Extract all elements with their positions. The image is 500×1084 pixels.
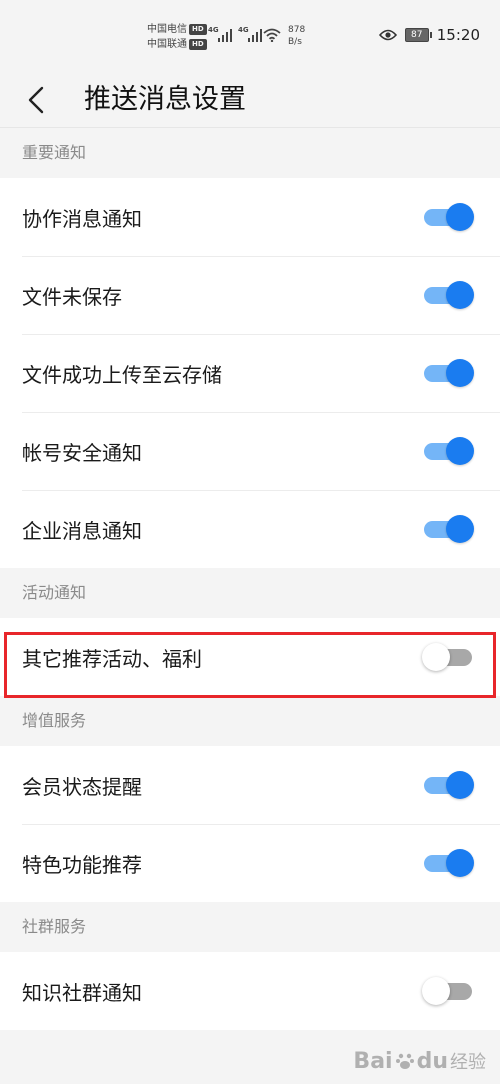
setting-row-promotions: 其它推荐活动、福利 — [0, 618, 500, 696]
section-header-value-added: 增值服务 — [0, 696, 500, 746]
features-toggle[interactable] — [422, 848, 474, 878]
setting-row-upload: 文件成功上传至云存储 — [0, 334, 500, 412]
hd-badge: HD — [189, 39, 207, 50]
carrier-1: 中国电信 — [147, 24, 187, 35]
setting-label: 知识社群通知 — [22, 980, 142, 1005]
signal-icon: 4G — [208, 26, 232, 42]
status-bar: 中国电信 HD 中国联通 HD 4G 4G 878 B/s 87 15:20 — [0, 0, 500, 72]
network-speed: 878 B/s — [288, 24, 305, 48]
setting-label: 文件成功上传至云存储 — [22, 362, 222, 387]
page-title: 推送消息设置 — [84, 84, 246, 115]
setting-row-unsaved: 文件未保存 — [0, 256, 500, 334]
watermark-brand: Bai — [353, 1048, 393, 1074]
settings-list: 重要通知 协作消息通知 文件未保存 文件成功上传至云存储 帐号安全通知 企业消息… — [0, 128, 500, 1030]
collab-toggle[interactable] — [422, 202, 474, 232]
signal-icon: 4G 4G — [208, 26, 262, 42]
wifi-icon — [263, 28, 281, 42]
setting-row-collab: 协作消息通知 — [0, 178, 500, 256]
community-toggle[interactable] — [422, 976, 474, 1006]
enterprise-toggle[interactable] — [422, 514, 474, 544]
clock: 15:20 — [436, 26, 480, 44]
eye-icon — [378, 29, 397, 41]
carrier-info: 中国电信 HD 中国联通 HD — [147, 22, 207, 52]
watermark-sub: 经验 — [450, 1052, 486, 1073]
setting-row-enterprise: 企业消息通知 — [0, 490, 500, 568]
upload-toggle[interactable] — [422, 358, 474, 388]
setting-label: 企业消息通知 — [22, 518, 142, 543]
carrier-2: 中国联通 — [147, 39, 187, 50]
setting-row-account-security: 帐号安全通知 — [0, 412, 500, 490]
signal-icon: 4G — [238, 26, 262, 42]
hd-badge: HD — [189, 24, 207, 35]
speed-unit: B/s — [288, 37, 302, 47]
section-header-community: 社群服务 — [0, 902, 500, 952]
status-right: 87 15:20 — [378, 26, 480, 44]
section-header-important: 重要通知 — [0, 128, 500, 178]
back-button[interactable] — [18, 80, 54, 120]
section-header-activity: 活动通知 — [0, 568, 500, 618]
chevron-left-icon — [28, 86, 44, 114]
account-security-toggle[interactable] — [422, 436, 474, 466]
setting-label: 特色功能推荐 — [22, 852, 142, 877]
setting-label: 文件未保存 — [22, 284, 122, 309]
setting-row-features: 特色功能推荐 — [0, 824, 500, 902]
battery-icon: 87 — [404, 28, 432, 42]
watermark-paw-text: du — [416, 1048, 448, 1074]
setting-label: 协作消息通知 — [22, 206, 142, 231]
membership-toggle[interactable] — [422, 770, 474, 800]
setting-label: 其它推荐活动、福利 — [22, 646, 202, 671]
promotions-toggle[interactable] — [422, 642, 474, 672]
setting-row-membership: 会员状态提醒 — [0, 746, 500, 824]
app-header: 推送消息设置 — [0, 72, 500, 128]
setting-label: 帐号安全通知 — [22, 440, 142, 465]
speed-value: 878 — [288, 25, 306, 35]
network-type: 4G — [238, 26, 249, 34]
setting-label: 会员状态提醒 — [22, 774, 142, 799]
network-type: 4G — [208, 26, 219, 34]
unsaved-toggle[interactable] — [422, 280, 474, 310]
setting-row-community: 知识社群通知 — [0, 952, 500, 1030]
baidu-watermark: Bai du 经验 — [353, 1048, 486, 1074]
paw-icon — [395, 1053, 414, 1069]
